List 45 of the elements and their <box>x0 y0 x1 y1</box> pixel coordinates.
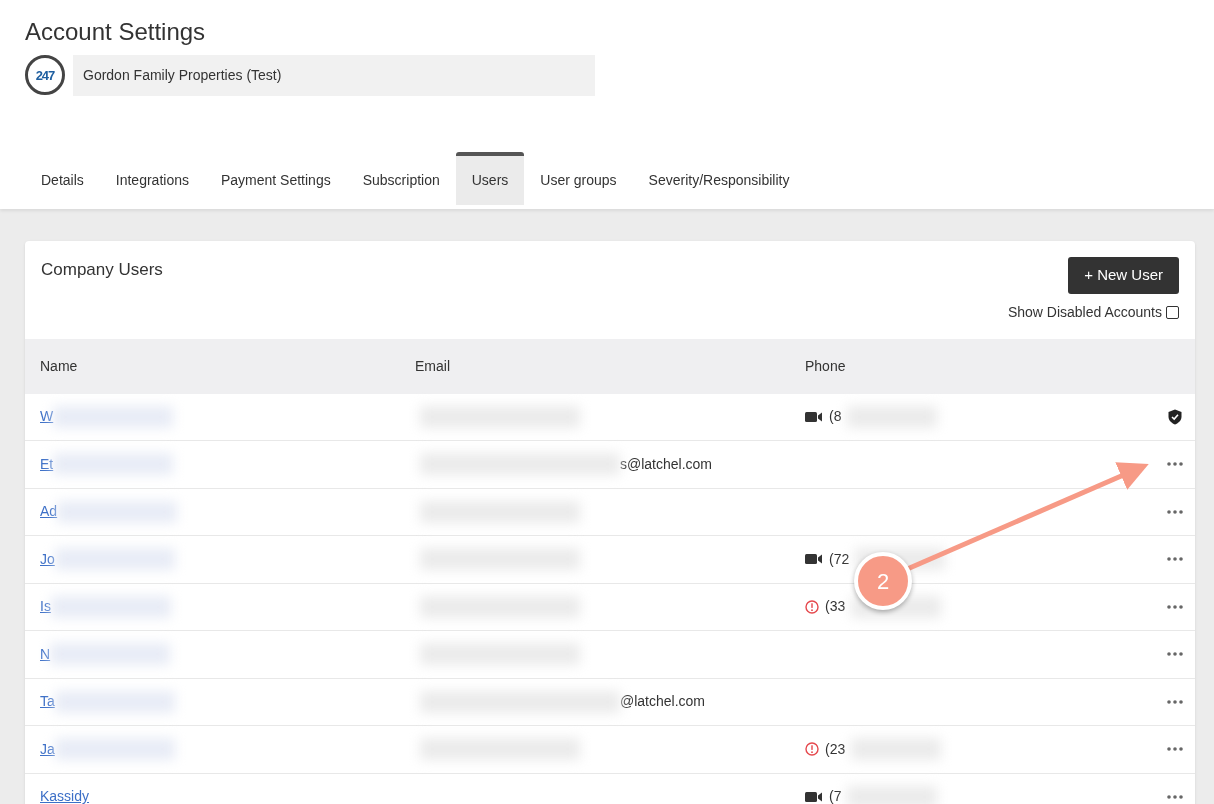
tab[interactable]: Payment Settings <box>204 151 347 205</box>
phone-number: (72 <box>829 549 850 569</box>
user-name-link[interactable]: Ad <box>40 501 58 523</box>
user-name-link[interactable]: N <box>40 643 51 665</box>
tab[interactable]: Severity/Responsibility <box>632 151 806 205</box>
user-name-link[interactable]: W <box>40 406 54 428</box>
tab[interactable]: Details <box>25 151 100 205</box>
phone-number: (33 <box>825 597 846 617</box>
more-options-icon[interactable] <box>1167 604 1183 609</box>
tab[interactable]: Users <box>455 151 525 205</box>
company-logo: 247 <box>25 55 65 96</box>
more-options-icon[interactable] <box>1167 699 1183 704</box>
page-title: Account Settings <box>25 18 207 47</box>
user-email: @latchel.com <box>620 692 706 712</box>
column-header: Name <box>40 357 78 374</box>
user-email: s@latchel.com <box>620 454 713 474</box>
video-camera-icon <box>805 790 823 803</box>
more-options-icon[interactable] <box>1167 794 1183 799</box>
user-name-link[interactable]: Et <box>40 453 54 475</box>
phone-number: (7 <box>829 787 842 804</box>
user-name-link[interactable]: Is <box>40 596 51 618</box>
user-name-link[interactable]: Kassidy <box>40 786 90 804</box>
show-disabled-label: Show Disabled Accounts <box>1007 302 1162 322</box>
tab[interactable]: Integrations <box>99 151 205 205</box>
card-title: Company Users <box>41 259 163 281</box>
more-options-icon[interactable] <box>1167 557 1183 562</box>
more-options-icon[interactable] <box>1167 747 1183 752</box>
more-options-icon[interactable] <box>1167 462 1183 467</box>
more-options-icon[interactable] <box>1167 652 1183 657</box>
phone-number: (8 <box>829 407 842 427</box>
user-name-link[interactable]: Jo <box>40 548 55 570</box>
video-camera-icon <box>805 553 823 566</box>
column-header: Email <box>415 357 450 374</box>
tab[interactable]: User groups <box>524 151 633 205</box>
new-user-button[interactable]: + New User <box>1068 257 1179 294</box>
user-name-link[interactable]: Ta <box>40 691 55 713</box>
column-header: Phone <box>805 356 846 376</box>
tab[interactable]: Subscription <box>346 151 456 205</box>
alert-icon <box>805 742 819 757</box>
more-options-icon[interactable] <box>1167 509 1183 514</box>
phone-number: (23 <box>825 739 846 759</box>
alert-icon <box>805 599 819 614</box>
video-camera-icon <box>805 410 823 423</box>
user-name-link[interactable]: Ja <box>40 738 55 760</box>
account-name-field: Gordon Family Properties (Test) <box>73 54 595 96</box>
